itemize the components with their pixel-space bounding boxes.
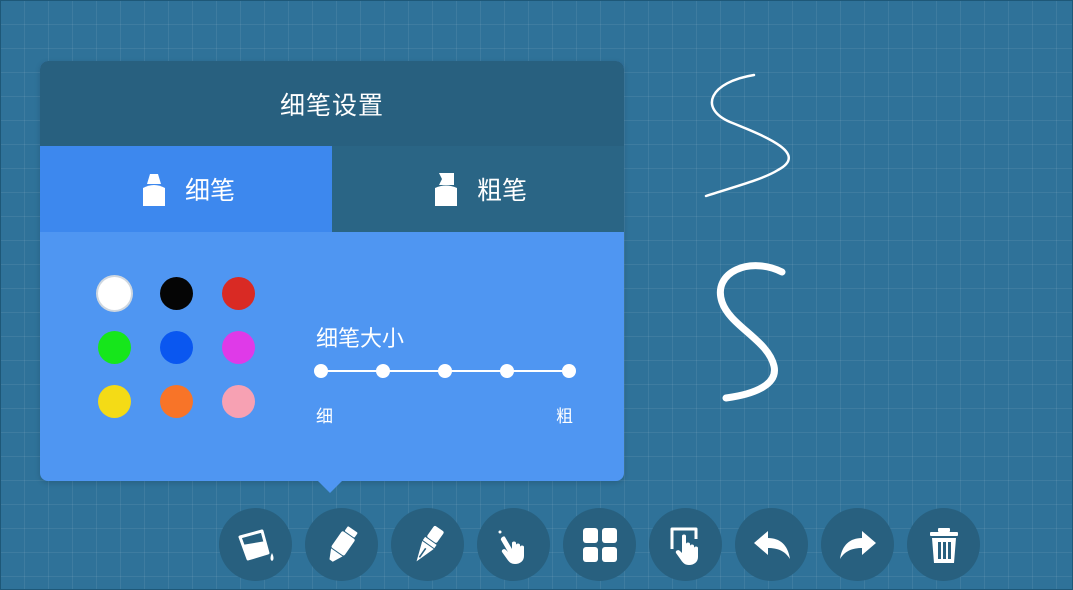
pointer-hand-icon: [498, 530, 524, 564]
color-swatch-black[interactable]: [160, 277, 193, 310]
panel-title: 细笔设置: [279, 90, 384, 120]
color-swatch-red[interactable]: [222, 277, 255, 310]
redo-icon: [839, 530, 876, 559]
drawing-canvas-strokes: [704, 73, 790, 402]
redo-button[interactable]: [821, 508, 894, 581]
thick-stroke: [716, 262, 786, 402]
undo-icon: [753, 530, 790, 559]
grid-icon: [582, 527, 617, 562]
color-swatch-green[interactable]: [98, 331, 131, 364]
marker-icon: [328, 525, 357, 562]
fountain-pen-button[interactable]: [391, 508, 464, 581]
fine-pen-tip-icon: [137, 170, 171, 208]
fill-bucket-button[interactable]: [219, 508, 292, 581]
color-swatch-pink[interactable]: [222, 385, 255, 418]
color-swatch-orange[interactable]: [160, 385, 193, 418]
fill-bucket-icon: [238, 529, 273, 561]
color-swatch-yellow[interactable]: [98, 385, 131, 418]
pen-size-step-1[interactable]: [314, 364, 328, 378]
tab-thick-label: 粗笔: [476, 176, 527, 205]
thin-stroke: [704, 73, 790, 198]
pen-size-step-2[interactable]: [376, 364, 390, 378]
pen-settings-panel: 细笔设置 细笔 粗笔 细笔大小 细 粗: [40, 61, 624, 481]
tab-fine-label: 细笔: [184, 176, 235, 205]
color-swatch-blue[interactable]: [160, 331, 193, 364]
tab-fine-pen[interactable]: 细笔: [40, 146, 332, 232]
panel-header: 细笔设置: [40, 61, 624, 146]
trash-button[interactable]: [907, 508, 980, 581]
grid-button[interactable]: [563, 508, 636, 581]
pen-size-step-3[interactable]: [438, 364, 452, 378]
marker-button[interactable]: [305, 508, 378, 581]
touch-select-button[interactable]: [649, 508, 722, 581]
tab-thick-pen[interactable]: 粗笔: [332, 146, 624, 232]
pen-size-step-5[interactable]: [562, 364, 576, 378]
pen-size-min-label: 细: [316, 407, 333, 427]
trash-icon: [929, 527, 958, 563]
color-swatch-white[interactable]: [98, 277, 131, 310]
panel-pointer-arrow: [318, 481, 342, 493]
thick-pen-tip-icon: [429, 170, 463, 208]
bottom-toolbar: [219, 508, 981, 581]
color-palette: [96, 275, 256, 418]
undo-button[interactable]: [735, 508, 808, 581]
pen-size-label: 细笔大小: [316, 327, 405, 352]
pointer-hand-button[interactable]: [477, 508, 550, 581]
pen-size-max-label: 粗: [556, 407, 573, 427]
color-swatch-magenta[interactable]: [222, 331, 255, 364]
touch-select-icon: [670, 527, 698, 565]
pen-size-step-4[interactable]: [500, 364, 514, 378]
fountain-pen-icon: [416, 525, 444, 561]
